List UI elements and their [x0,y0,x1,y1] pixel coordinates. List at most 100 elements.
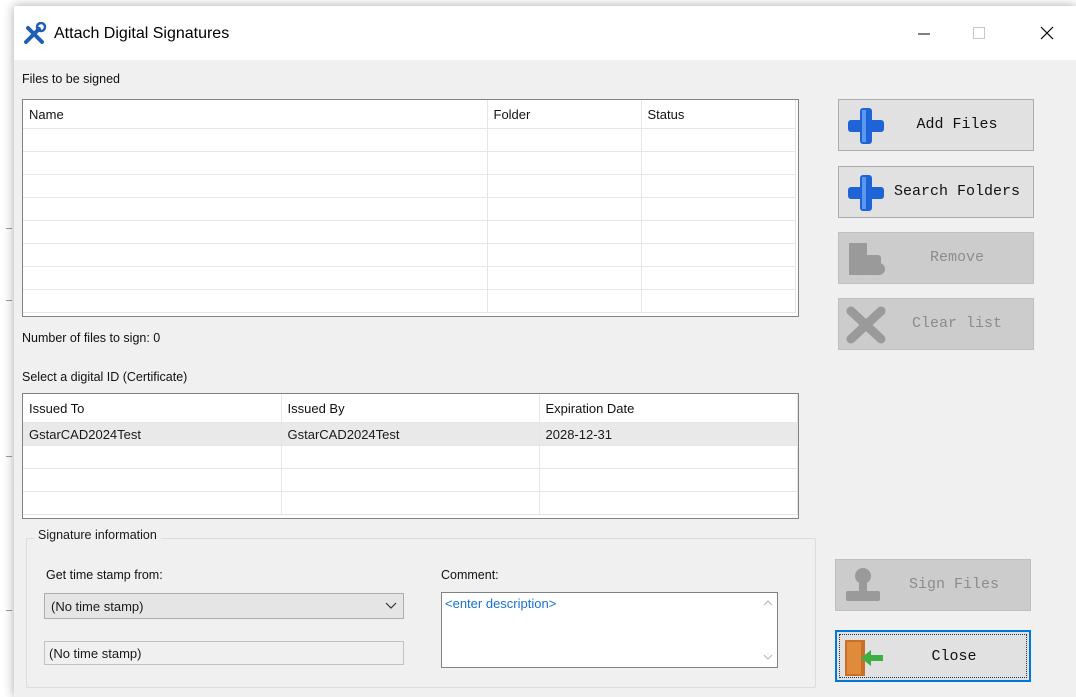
table-cell [487,220,642,244]
tools-icon [24,22,47,44]
table-cell [487,151,642,175]
table-cell [641,197,796,221]
comment-placeholder: <enter description> [445,596,557,611]
table-cell [23,468,282,492]
add-files-label: Add Files [916,116,998,133]
table-cell [641,174,796,198]
table-cell [23,220,488,244]
table-cell [641,128,796,152]
table-cell [23,243,488,267]
column-header-status[interactable]: Status [641,100,796,129]
files-section-label: Files to be signed [22,72,120,86]
table-cell [23,289,488,313]
cell-issued-by: GstarCAD2024Test [281,422,540,446]
table-cell [487,243,642,267]
close-button[interactable]: Close [835,630,1031,682]
table-cell [23,266,488,290]
column-header-name[interactable]: Name [23,100,488,129]
table-cell [23,174,488,198]
files-table-header: Name Folder Status [23,100,796,129]
exit-door-icon [845,640,883,676]
table-row [23,128,796,152]
table-cell [487,289,642,313]
plus-icon [848,108,884,144]
column-header-issued-by[interactable]: Issued By [281,394,540,423]
table-cell [487,197,642,221]
clear-list-button[interactable]: Clear list [838,298,1034,350]
timestamp-selected-value: (No time stamp) [51,599,144,614]
table-row [23,197,796,221]
remove-label: Remove [929,249,984,266]
table-cell [281,445,540,469]
table-cell [23,197,488,221]
table-row [23,243,796,267]
table-cell [641,243,796,267]
stamp-icon [846,568,880,601]
table-cell [641,266,796,290]
close-label: Close [931,648,977,665]
timestamp-display-field: (No time stamp) [44,641,404,665]
timestamp-label: Get time stamp from: [46,568,163,582]
background-tick [6,300,12,301]
certificate-list[interactable]: Issued To Issued By Expiration Date Gsta… [22,393,799,519]
comment-label: Comment: [441,568,499,582]
cell-expiration: 2028-12-31 [539,422,798,446]
search-folders-button[interactable]: Search Folders [838,166,1034,218]
table-cell [281,468,540,492]
table-cell [487,174,642,198]
background-tick [6,456,12,457]
minimize-button[interactable] [901,16,947,50]
minimize-icon [918,33,930,35]
close-icon [1040,26,1054,40]
background-app-strip [0,0,14,697]
background-tick [6,610,12,611]
sign-files-label: Sign Files [908,576,999,593]
certificate-row[interactable]: GstarCAD2024Test GstarCAD2024Test 2028-1… [23,422,798,446]
column-header-folder[interactable]: Folder [487,100,642,129]
title-bar[interactable]: Attach Digital Signatures [14,6,1076,60]
table-cell [23,128,488,152]
table-cell [641,220,796,244]
table-cell [281,491,540,515]
plus-icon [848,175,884,211]
dialog-window: Attach Digital Signatures Files to be si… [14,6,1076,697]
table-cell [23,491,282,515]
search-folders-label: Search Folders [893,183,1021,200]
comment-textarea[interactable]: <enter description> [441,592,778,668]
certificate-table: Issued To Issued By Expiration Date Gsta… [23,394,798,515]
table-row [23,174,796,198]
column-header-issued-to[interactable]: Issued To [23,394,282,423]
background-tick [6,228,12,229]
files-list[interactable]: Name Folder Status [22,99,799,317]
clear-list-label: Clear list [911,315,1002,332]
table-cell [641,151,796,175]
cell-issued-to: GstarCAD2024Test [23,422,282,446]
sign-files-button[interactable]: Sign Files [835,559,1031,611]
table-row [23,289,796,313]
timestamp-dropdown[interactable]: (No time stamp) [44,593,404,619]
signature-info-title: Signature information [34,528,161,542]
table-row [23,468,798,492]
table-row [23,151,796,175]
add-files-button[interactable]: Add Files [838,99,1034,151]
column-header-expiration[interactable]: Expiration Date [539,394,798,423]
table-cell [539,468,798,492]
table-cell [23,151,488,175]
table-cell [23,445,282,469]
clear-x-icon [846,306,886,344]
table-row [23,220,796,244]
close-window-button[interactable] [1024,16,1070,50]
maximize-button[interactable] [956,16,1002,50]
timestamp-display-value: (No time stamp) [49,646,142,661]
maximize-icon [973,27,985,39]
table-cell [539,445,798,469]
remove-files-icon [849,243,885,275]
table-cell [539,491,798,515]
table-cell [487,128,642,152]
remove-button[interactable]: Remove [838,232,1034,284]
comment-scrollbar[interactable] [759,593,777,667]
certificate-section-label: Select a digital ID (Certificate) [22,370,188,384]
files-table: Name Folder Status [23,100,796,313]
table-row [23,491,798,515]
scroll-arrows-icon [763,600,773,660]
